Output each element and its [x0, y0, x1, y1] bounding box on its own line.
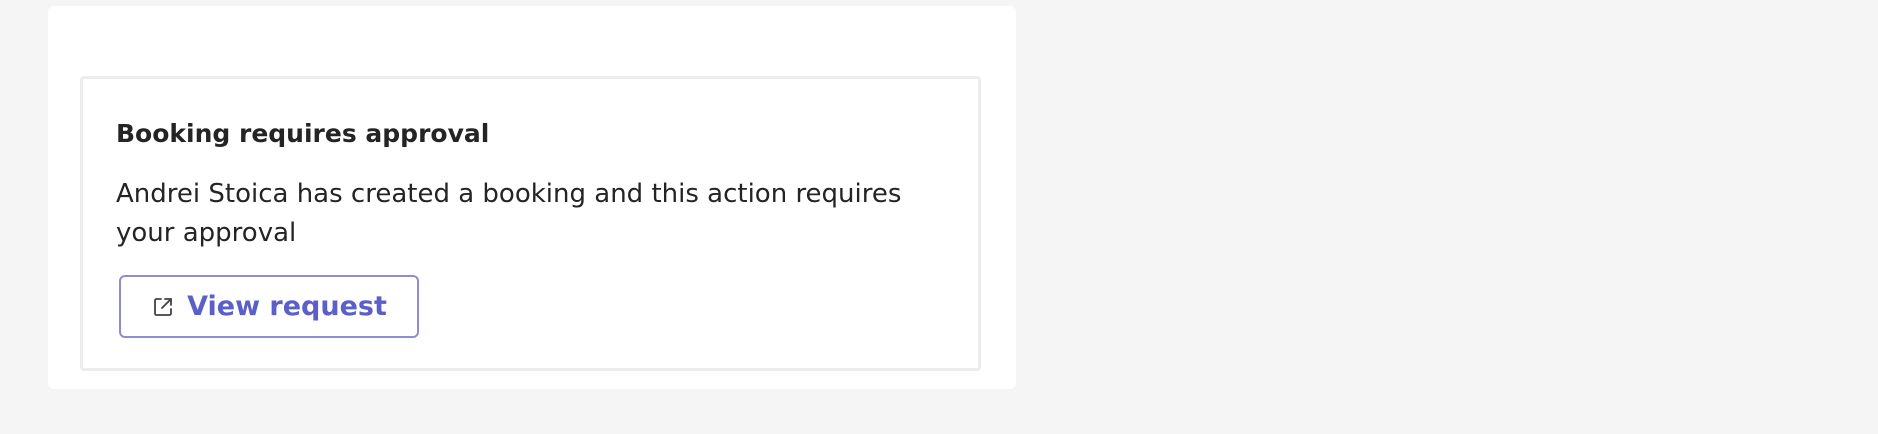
- approval-notification-card: Booking requires approval Andrei Stoica …: [80, 76, 981, 371]
- notification-title: Booking requires approval: [116, 119, 490, 148]
- view-request-button[interactable]: View request: [119, 275, 419, 338]
- message-container: Booking requires approval Andrei Stoica …: [48, 6, 1016, 389]
- notification-body: Andrei Stoica has created a booking and …: [116, 179, 902, 248]
- open-external-icon: [151, 295, 175, 319]
- view-request-label: View request: [187, 291, 387, 322]
